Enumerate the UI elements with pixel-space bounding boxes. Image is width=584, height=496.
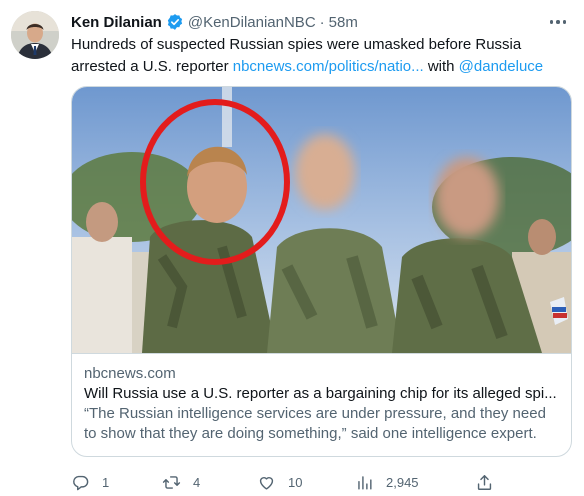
tweet-text-middle: with <box>423 58 459 75</box>
like-count: 10 <box>288 474 303 490</box>
retweet-count: 4 <box>193 474 201 490</box>
action-bar: 1 4 10 2,945 <box>71 470 494 494</box>
avatar[interactable] <box>11 11 59 59</box>
timestamp[interactable]: 58m <box>329 14 358 31</box>
heart-icon <box>259 476 274 490</box>
views-count: 2,945 <box>386 474 419 490</box>
tweet[interactable]: Ken Dilanian @KenDilanianNBC · 58m Hundr… <box>0 0 584 496</box>
tweet-header: Ken Dilanian @KenDilanianNBC · 58m <box>71 11 544 33</box>
retweet-icon <box>162 475 181 489</box>
views-chart-icon <box>358 475 372 490</box>
author-name[interactable]: Ken Dilanian <box>71 14 162 31</box>
reply-button[interactable]: 1 <box>71 470 109 494</box>
card-image[interactable] <box>72 87 571 353</box>
views-button[interactable]: 2,945 <box>355 470 419 494</box>
tweet-text: Hundreds of suspected Russian spies were… <box>71 34 571 78</box>
mention-link[interactable]: @dandeluce <box>459 58 543 75</box>
share-icon <box>477 474 492 490</box>
article-link[interactable]: nbcnews.com/politics/natio... <box>233 58 424 75</box>
verified-badge-icon <box>167 14 182 30</box>
card-domain: nbcnews.com <box>84 365 176 382</box>
share-button[interactable] <box>475 470 494 494</box>
reply-icon <box>73 475 89 490</box>
card-description: “The Russian intelligence services are u… <box>84 405 546 442</box>
reply-count: 1 <box>102 474 110 490</box>
author-handle[interactable]: @KenDilanianNBC <box>188 14 316 31</box>
more-options-icon[interactable] <box>546 12 570 32</box>
separator-dot: · <box>319 13 325 31</box>
card-body[interactable]: nbcnews.com Will Russia use a U.S. repor… <box>72 353 571 456</box>
link-preview-card[interactable]: nbcnews.com Will Russia use a U.S. repor… <box>71 86 572 457</box>
card-title[interactable]: Will Russia use a U.S. reporter as a bar… <box>84 384 559 404</box>
retweet-button[interactable]: 4 <box>162 470 200 494</box>
like-button[interactable]: 10 <box>257 470 302 494</box>
